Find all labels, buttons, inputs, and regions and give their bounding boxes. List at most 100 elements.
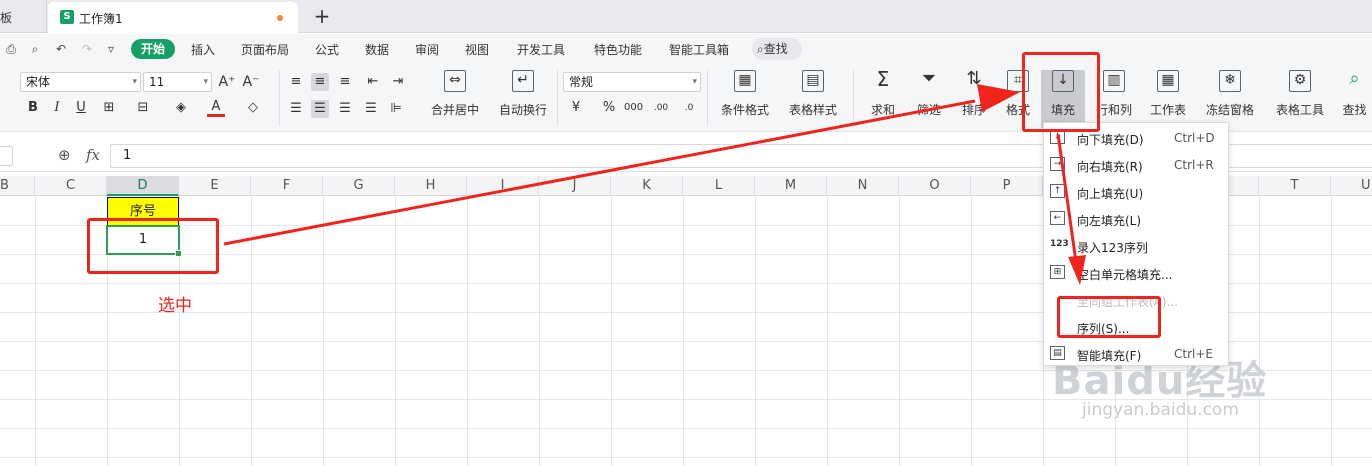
col-line (323, 196, 324, 466)
decrease-font-icon[interactable]: A⁻ (242, 73, 260, 91)
increase-font-icon[interactable]: A⁺ (218, 73, 236, 91)
number-format-select[interactable]: 常规 (563, 72, 701, 92)
col-line (35, 196, 36, 466)
col-line (251, 196, 252, 466)
col-header-e[interactable]: E (179, 176, 251, 196)
increase-decimal-icon[interactable]: .00 (652, 99, 670, 117)
col-header-u[interactable]: U (1331, 176, 1372, 196)
menu-review[interactable]: 审阅 (415, 41, 439, 58)
align-center-icon[interactable]: ☰ (311, 100, 329, 118)
print-icon[interactable]: ⎙ (4, 42, 18, 56)
tab-workbook[interactable]: S 工作簿1 (48, 2, 298, 33)
tab-previous[interactable]: 板 (0, 0, 47, 33)
menu-fill-up[interactable]: ↑ 向上填充(U) (1044, 178, 1228, 205)
customize-dropdown-icon[interactable]: ▿ (104, 42, 118, 56)
align-left-icon[interactable]: ☰ (287, 100, 305, 118)
fx-icon[interactable]: fx (86, 146, 100, 164)
menu-insert[interactable]: 插入 (191, 41, 215, 58)
col-header-h[interactable]: H (395, 176, 467, 196)
col-header-o[interactable]: O (899, 176, 971, 196)
col-line (539, 196, 540, 466)
col-line (755, 196, 756, 466)
borders-icon[interactable]: ⊞ (100, 99, 118, 117)
increase-indent-icon[interactable]: ⇥ (389, 73, 407, 91)
underline-icon[interactable]: U (72, 99, 90, 117)
freeze-panes-button[interactable]: ❄ 冻结窗格 (1198, 70, 1262, 128)
redo-icon[interactable]: ↷ (80, 42, 94, 56)
row-line (0, 428, 1372, 429)
search-command[interactable]: ⌕查找 (752, 38, 802, 60)
col-header-d[interactable]: D (107, 176, 179, 196)
align-right-icon[interactable]: ☰ (336, 100, 354, 118)
decrease-indent-icon[interactable]: ⇤ (364, 73, 382, 91)
col-header-l[interactable]: L (683, 176, 755, 196)
sort-button[interactable]: ⇅ 排序 (953, 70, 995, 128)
decrease-decimal-icon[interactable]: .0 (680, 99, 698, 117)
add-tab-button[interactable]: + (312, 4, 332, 28)
find-button[interactable]: ⌕ 查找 (1337, 70, 1372, 128)
menu-blank-fill[interactable]: ⊞ 空白单元格填充... (1044, 259, 1228, 286)
col-header-k[interactable]: K (611, 176, 683, 196)
menu-fill-right[interactable]: → 向右填充(R) Ctrl+R (1044, 151, 1228, 178)
table-tools-icon: ⚙ (1289, 70, 1311, 92)
col-header-n[interactable]: N (827, 176, 899, 196)
clear-icon[interactable]: ◇ (244, 99, 262, 117)
merge-center-button[interactable]: ⇔ 合并居中 (423, 70, 487, 128)
annotation-selected-label: 选中 (158, 296, 192, 316)
align-middle-icon[interactable]: ≡ (311, 73, 329, 91)
distributed-icon[interactable]: ⊫ (387, 100, 405, 118)
justify-icon[interactable]: ☰ (362, 100, 380, 118)
fill-color-icon[interactable]: ◈ (172, 99, 190, 117)
search-icon: ⌕ (757, 42, 764, 56)
name-box[interactable] (0, 146, 13, 166)
align-bottom-icon[interactable]: ≡ (336, 73, 354, 91)
menu-fill-left[interactable]: ← 向左填充(L) (1044, 205, 1228, 232)
worksheet-button[interactable]: ▦ 工作表 (1143, 70, 1193, 128)
col-header-c[interactable]: C (35, 176, 107, 196)
col-header-p[interactable]: P (971, 176, 1043, 196)
zoom-formula-icon[interactable]: ⊕ (58, 146, 71, 164)
menu-view[interactable]: 视图 (465, 41, 489, 58)
align-top-icon[interactable]: ≡ (287, 73, 305, 91)
table-style-button[interactable]: ▤ 表格样式 (781, 70, 845, 128)
col-header-i[interactable]: I (467, 176, 539, 196)
col-header-b[interactable]: B (0, 176, 35, 196)
tab-workbook-title: 工作簿1 (79, 12, 123, 26)
table-style-icon: ▤ (802, 70, 824, 92)
fill-down-icon: ↓ (1050, 130, 1065, 144)
cell-style-icon[interactable]: ⊟ (134, 99, 152, 117)
col-header-g[interactable]: G (323, 176, 395, 196)
font-name-select[interactable]: 宋体 (20, 72, 141, 92)
undo-icon[interactable]: ↶ (54, 42, 68, 56)
currency-icon[interactable]: ¥ (567, 99, 585, 117)
menu-page-layout[interactable]: 页面布局 (241, 41, 289, 58)
filter-button[interactable]: ⏷ 筛选 (908, 70, 950, 128)
menu-formulas[interactable]: 公式 (315, 41, 339, 58)
menu-smart-fill[interactable]: ▤ 智能填充(F) Ctrl+E (1044, 340, 1228, 367)
conditional-format-button[interactable]: ▦ 条件格式 (713, 70, 777, 128)
wrap-text-button[interactable]: ↵ 自动换行 (495, 70, 551, 128)
thousands-icon[interactable]: 000 (624, 99, 643, 117)
percent-icon[interactable]: % (600, 99, 618, 117)
table-tools-button[interactable]: ⚙ 表格工具 (1267, 70, 1333, 128)
font-size-select[interactable]: 11 (143, 72, 212, 92)
menu-item-label: 录入123序列 (1077, 241, 1148, 255)
menu-smart-toolbox[interactable]: 智能工具箱 (669, 41, 729, 58)
sum-button[interactable]: Σ 求和 (862, 69, 904, 128)
font-color-icon[interactable]: A (207, 99, 225, 117)
italic-icon[interactable]: I (48, 99, 66, 117)
menu-developer[interactable]: 开发工具 (517, 41, 565, 58)
menu-data[interactable]: 数据 (365, 41, 389, 58)
menu-start[interactable]: 开始 (131, 39, 175, 59)
col-header-j[interactable]: J (539, 176, 611, 196)
menu-special[interactable]: 特色功能 (594, 41, 642, 58)
col-header-f[interactable]: F (251, 176, 323, 196)
menu-sequence-123[interactable]: 123 录入123序列 (1044, 232, 1228, 259)
magnifier-icon: ⌕ (1349, 70, 1360, 89)
tab-previous-label: 板 (0, 11, 13, 25)
separator (557, 70, 558, 126)
col-header-t[interactable]: T (1259, 176, 1331, 196)
bold-icon[interactable]: B (24, 99, 42, 117)
print-preview-icon[interactable]: ⌕ (28, 42, 42, 56)
col-header-m[interactable]: M (755, 176, 827, 196)
